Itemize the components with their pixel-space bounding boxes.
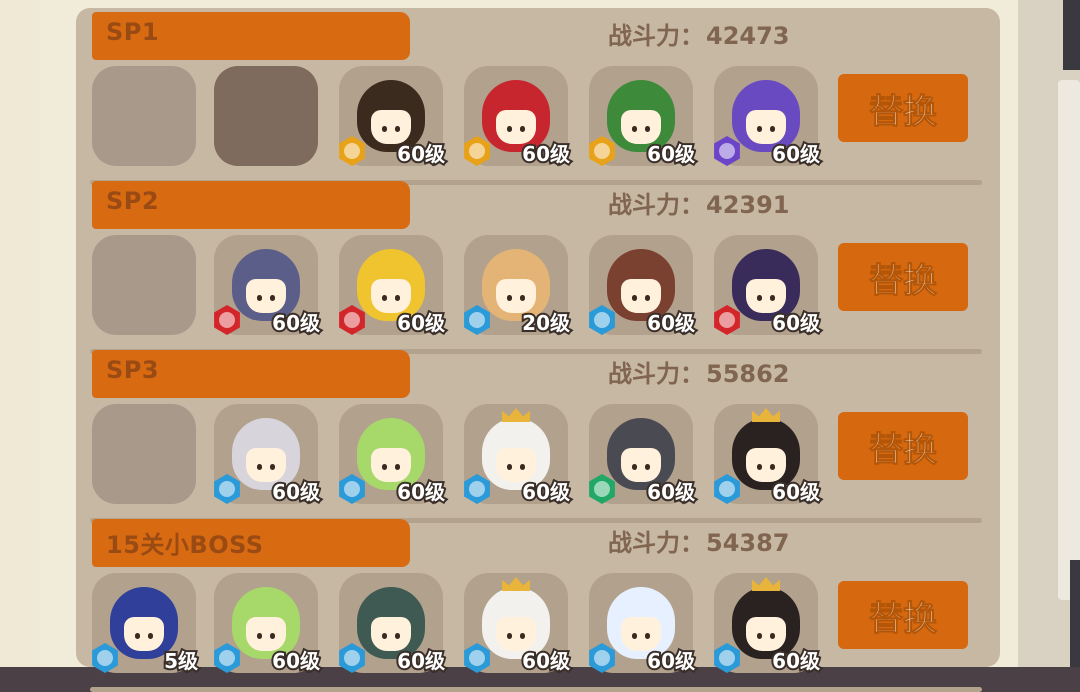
character-level: 60级 <box>520 478 572 506</box>
character-level: 60级 <box>645 478 697 506</box>
replace-button[interactable]: 替换 <box>838 243 968 311</box>
crown-icon <box>752 408 780 422</box>
character-level: 60级 <box>770 309 822 337</box>
character-level: 60级 <box>770 478 822 506</box>
team-title-banner: SP3 <box>92 350 410 398</box>
character-slot[interactable]: 60级 <box>589 66 697 168</box>
character-level: 60级 <box>270 309 322 337</box>
combat-power-label: 战斗力： <box>608 22 704 50</box>
character-level: 20级 <box>520 309 572 337</box>
team-row: SP2 战斗力：42391 60级 60级 20级 60级 60级 替换 <box>90 181 982 354</box>
combat-power: 战斗力：42391 <box>608 185 790 220</box>
character-level: 60级 <box>270 647 322 675</box>
character-slot[interactable]: 60级 <box>339 235 447 337</box>
character-slot[interactable]: 60级 <box>589 404 697 506</box>
team-title: SP1 <box>106 18 160 46</box>
character-slot[interactable]: 60级 <box>464 573 572 675</box>
crown-icon <box>752 577 780 591</box>
team-title-banner: 15关小BOSS <box>92 519 410 567</box>
combat-power-label: 战斗力： <box>608 360 704 388</box>
left-frame <box>0 0 40 667</box>
character-level: 60级 <box>395 647 447 675</box>
team-row: SP1 战斗力：42473 60级 60级 60级 60级 替换 <box>90 12 982 185</box>
team-title-banner: SP2 <box>92 181 410 229</box>
team-title: SP3 <box>106 356 160 384</box>
team-title: SP2 <box>106 187 160 215</box>
empty-slot[interactable] <box>92 66 196 166</box>
character-slot[interactable]: 60级 <box>714 404 822 506</box>
character-level: 60级 <box>520 140 572 168</box>
replace-button[interactable]: 替换 <box>838 74 968 142</box>
character-slot[interactable]: 60级 <box>464 404 572 506</box>
character-slot[interactable]: 60级 <box>339 66 447 168</box>
combat-power-label: 战斗力： <box>608 191 704 219</box>
character-slot[interactable]: 60级 <box>714 235 822 337</box>
character-slot[interactable]: 60级 <box>214 404 322 506</box>
character-level: 60级 <box>395 309 447 337</box>
crown-icon <box>502 408 530 422</box>
crown-icon <box>502 577 530 591</box>
character-level: 60级 <box>645 647 697 675</box>
character-slot[interactable]: 60级 <box>214 573 322 675</box>
combat-power-value: 42391 <box>706 191 790 219</box>
character-slot[interactable]: 60级 <box>464 66 572 168</box>
combat-power: 战斗力：54387 <box>608 523 790 558</box>
character-level: 60级 <box>770 647 822 675</box>
character-slot[interactable]: 60级 <box>714 573 822 675</box>
face <box>124 617 164 651</box>
character-level: 60级 <box>395 478 447 506</box>
character-slot[interactable]: 60级 <box>589 235 697 337</box>
character-level: 60级 <box>520 647 572 675</box>
character-slot[interactable]: 5级 <box>92 573 200 675</box>
character-slot[interactable]: 60级 <box>714 66 822 168</box>
character-level: 60级 <box>270 478 322 506</box>
character-slot[interactable]: 60级 <box>214 235 322 337</box>
right-edge <box>1018 0 1080 667</box>
character-level: 60级 <box>770 140 822 168</box>
team-row: 15关小BOSS 战斗力：54387 5级 60级 60级 60级 60级 60级 替换 <box>90 519 982 692</box>
combat-power: 战斗力：55862 <box>608 354 790 389</box>
character-slot[interactable]: 60级 <box>339 573 447 675</box>
character-slot[interactable]: 20级 <box>464 235 572 337</box>
replace-button[interactable]: 替换 <box>838 581 968 649</box>
team-title-banner: SP1 <box>92 12 410 60</box>
empty-slot[interactable] <box>92 404 196 504</box>
combat-power-value: 55862 <box>706 360 790 388</box>
combat-power-value: 42473 <box>706 22 790 50</box>
character-level: 60级 <box>645 309 697 337</box>
character-slot[interactable]: 60级 <box>589 573 697 675</box>
team-title: 15关小BOSS <box>106 531 264 559</box>
character-level: 60级 <box>645 140 697 168</box>
character-level: 5级 <box>162 647 200 675</box>
character-level: 60级 <box>395 140 447 168</box>
combat-power: 战斗力：42473 <box>608 16 790 51</box>
replace-button[interactable]: 替换 <box>838 412 968 480</box>
team-row: SP3 战斗力：55862 60级 60级 60级 60级 60级 替换 <box>90 350 982 523</box>
character-slot[interactable]: 60级 <box>339 404 447 506</box>
empty-slot[interactable] <box>214 66 318 166</box>
empty-slot[interactable] <box>92 235 196 335</box>
combat-power-label: 战斗力： <box>608 529 704 557</box>
combat-power-value: 54387 <box>706 529 790 557</box>
